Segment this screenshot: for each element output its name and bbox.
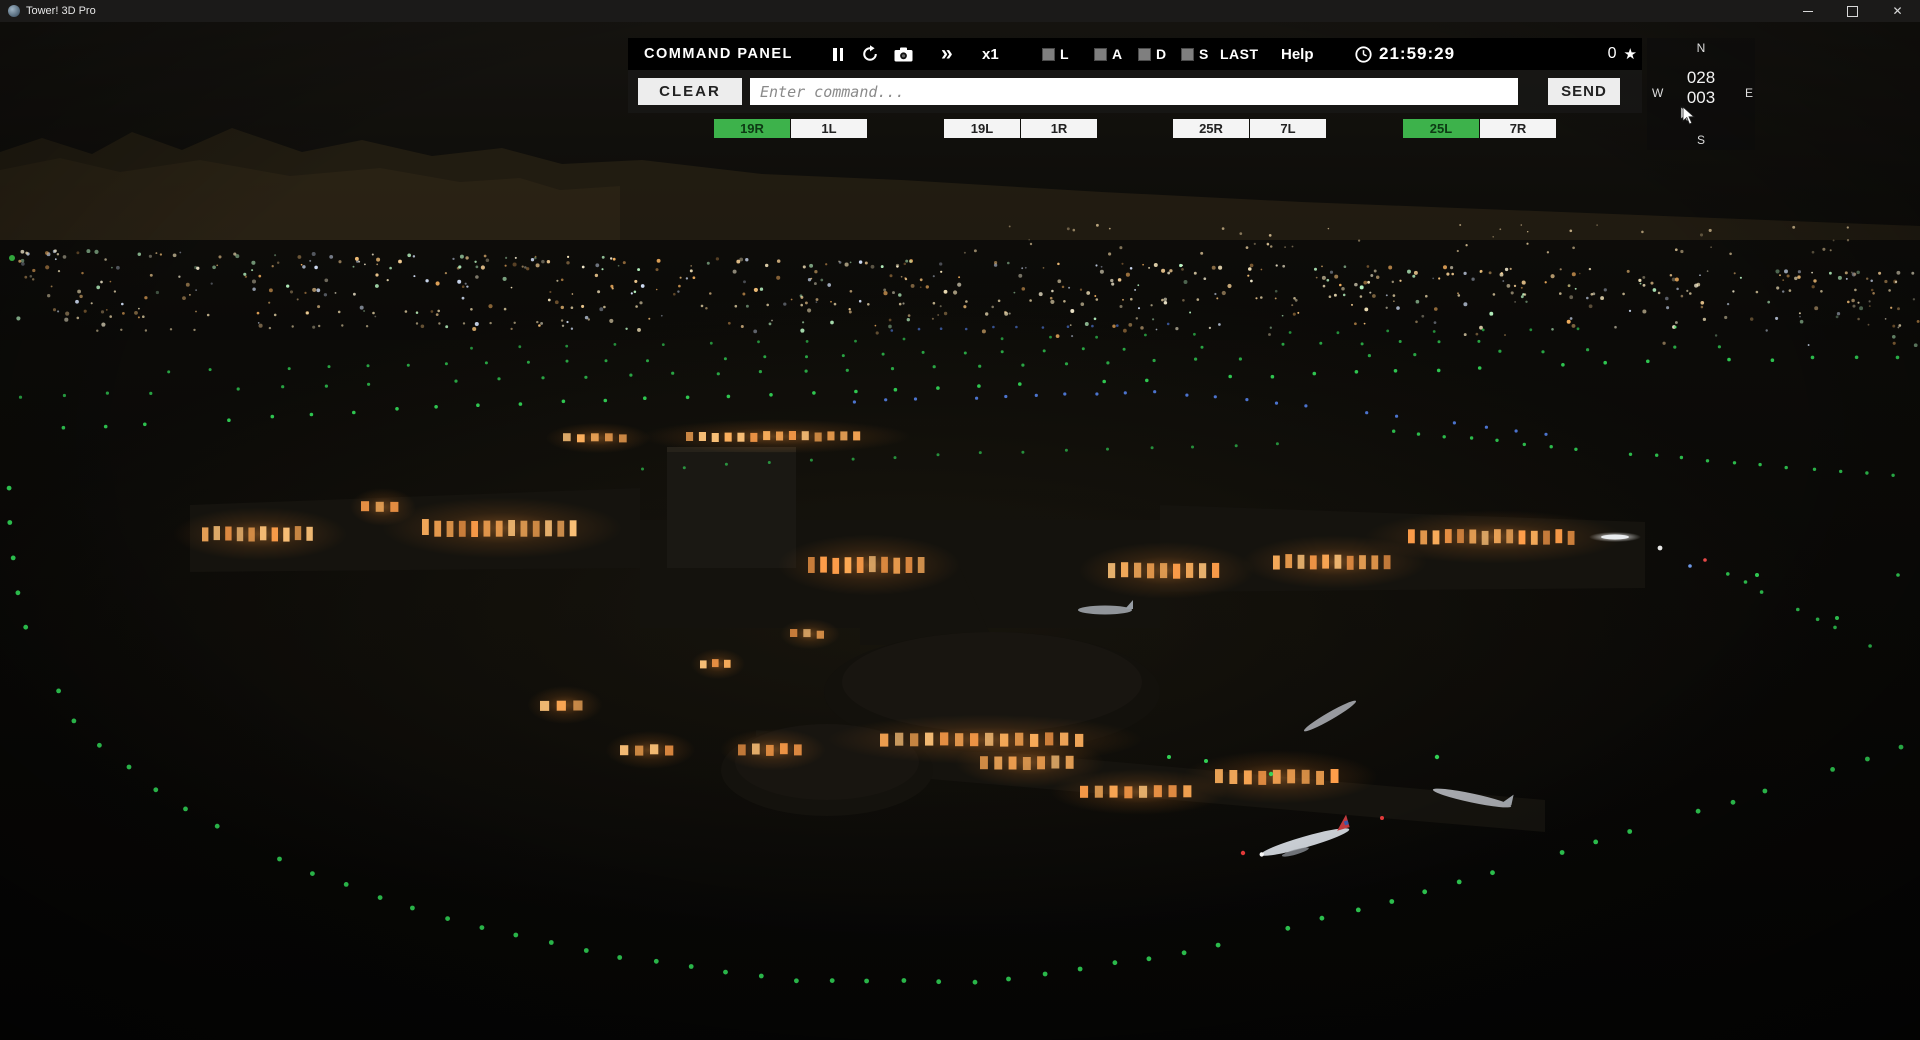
close-icon: ✕: [1892, 5, 1902, 17]
score-display: 0 ★: [1608, 38, 1637, 70]
runway-pair: 19R1L: [714, 119, 868, 138]
toggle-label: L: [1060, 46, 1069, 62]
titlebar: Tower! 3D Pro ✕: [0, 0, 1920, 22]
help-button[interactable]: Help: [1281, 38, 1314, 70]
runway-button-25r[interactable]: 25R: [1173, 119, 1249, 138]
window-controls: ✕: [1785, 0, 1920, 22]
camera-heading-values: 028 003: [1647, 68, 1755, 108]
clock-display: [1355, 38, 1372, 70]
runway-pair: 25L7R: [1403, 119, 1557, 138]
camera-icon: [894, 47, 913, 62]
airport-3d-view[interactable]: [0, 0, 1920, 1040]
compass-south-label: S: [1697, 133, 1705, 147]
minimize-icon: [1803, 11, 1813, 12]
checkbox-icon[interactable]: [1094, 48, 1107, 61]
pause-button[interactable]: [833, 38, 843, 70]
runway-pair: 25R7L: [1173, 119, 1327, 138]
checkbox-icon[interactable]: [1042, 48, 1055, 61]
pause-icon: [833, 48, 837, 61]
vignette: [0, 0, 1920, 1040]
app-icon: [8, 5, 20, 17]
camera-heading: 028: [1647, 68, 1755, 88]
send-button[interactable]: SEND: [1548, 78, 1620, 105]
camera-pitch: 003: [1647, 88, 1755, 108]
fast-forward-button[interactable]: »: [941, 38, 953, 70]
runway-button-1r[interactable]: 1R: [1021, 119, 1097, 138]
toggle-label: D: [1156, 46, 1166, 62]
runway-button-7r[interactable]: 7R: [1480, 119, 1556, 138]
app-window: Tower! 3D Pro ✕: [0, 0, 1920, 1040]
runway-selector: 19R1L 19L1R 25R7L 25L7R: [0, 119, 1920, 138]
mouse-cursor: [1682, 106, 1696, 126]
toggle-l[interactable]: L: [1042, 38, 1069, 70]
screenshot-button[interactable]: [894, 38, 913, 70]
command-panel-title: COMMAND PANEL: [644, 38, 793, 70]
score-value: 0: [1608, 45, 1617, 63]
runway-button-7l[interactable]: 7L: [1250, 119, 1326, 138]
rotate-icon: [861, 45, 879, 63]
toggle-d[interactable]: D: [1138, 38, 1166, 70]
window-title: Tower! 3D Pro: [26, 5, 96, 17]
rotate-view-button[interactable]: [861, 38, 879, 70]
toggle-label: A: [1112, 46, 1122, 62]
pause-icon: [840, 48, 844, 61]
clock-icon: [1355, 46, 1372, 63]
runway-button-1l[interactable]: 1L: [791, 119, 867, 138]
command-input-row: CLEAR SEND: [628, 70, 1642, 113]
minimize-button[interactable]: [1785, 0, 1830, 22]
clear-button[interactable]: CLEAR: [638, 78, 742, 105]
checkbox-icon[interactable]: [1138, 48, 1151, 61]
sim-speed-button[interactable]: x1: [982, 38, 999, 70]
compass-north-label: N: [1697, 41, 1706, 55]
runway-button-19l[interactable]: 19L: [944, 119, 1020, 138]
maximize-button[interactable]: [1830, 0, 1875, 22]
close-button[interactable]: ✕: [1875, 0, 1920, 22]
star-icon: ★: [1624, 45, 1637, 63]
runway-button-25l[interactable]: 25L: [1403, 119, 1479, 138]
last-command-button[interactable]: LAST: [1220, 38, 1259, 70]
maximize-icon: [1847, 6, 1858, 17]
toggle-s[interactable]: S: [1181, 38, 1208, 70]
runway-button-19r[interactable]: 19R: [714, 119, 790, 138]
sim-time: 21:59:29: [1379, 38, 1455, 70]
compass-overlay[interactable]: N W E S 028 003: [1647, 38, 1755, 150]
command-panel-bar: COMMAND PANEL » x1 L A D S LAST Help: [628, 38, 1642, 70]
runway-pair: 19L1R: [944, 119, 1098, 138]
command-input[interactable]: [750, 78, 1518, 105]
checkbox-icon[interactable]: [1181, 48, 1194, 61]
toggle-label: S: [1199, 46, 1208, 62]
toggle-a[interactable]: A: [1094, 38, 1122, 70]
